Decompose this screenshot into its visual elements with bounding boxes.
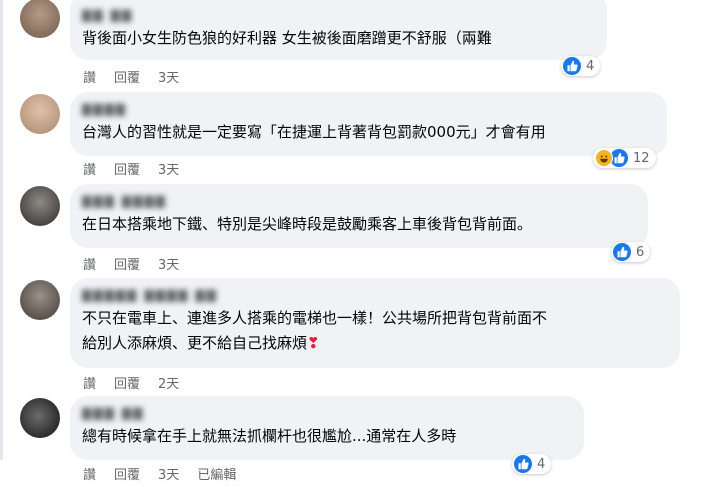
reaction-summary[interactable]: 6 <box>611 242 651 262</box>
reaction-summary[interactable]: 4 <box>561 56 601 76</box>
reaction-summary[interactable]: 12 <box>593 148 656 168</box>
comment-bubble: ▇▇▇ ▇▇ 總有時候拿在手上就無法抓欄杆也很尷尬...通常在人多時 <box>70 396 584 460</box>
like-icon <box>563 57 581 75</box>
comment-text: 不只在電車上、連進多人搭乘的電梯也一樣！公共場所把背包背前面不 給別人添麻煩、更… <box>82 306 668 356</box>
reaction-count: 12 <box>633 150 650 166</box>
reply-button[interactable]: 回覆 <box>114 464 140 483</box>
comment-author[interactable]: ▇▇▇ ▇▇▇▇ <box>82 194 636 208</box>
comment-timestamp[interactable]: 3天 <box>158 464 179 483</box>
comment-bubble: ▇▇ ▇▇ 背後面小女生防色狼的好利器 女生被後面磨蹭更不舒服（兩難 <box>70 0 607 60</box>
like-button[interactable]: 讚 <box>83 159 96 178</box>
comment-author[interactable]: ▇▇ ▇▇ <box>82 8 595 22</box>
reply-button[interactable]: 回覆 <box>114 373 140 392</box>
comment-text: 在日本搭乘地下鐵、特別是尖峰時段是鼓勵乘客上車後背包背前面。 <box>82 215 533 233</box>
like-button[interactable]: 讚 <box>83 67 96 86</box>
avatar[interactable] <box>20 186 60 226</box>
comment-actions: 讚 回覆 2天 <box>83 373 197 392</box>
like-button[interactable]: 讚 <box>83 464 96 483</box>
comment-bubble: ▇▇▇ ▇▇▇▇ 在日本搭乘地下鐵、特別是尖峰時段是鼓勵乘客上車後背包背前面。 <box>70 184 648 248</box>
like-icon <box>613 243 631 261</box>
avatar[interactable] <box>20 0 60 38</box>
avatar[interactable] <box>20 398 60 438</box>
avatar[interactable] <box>20 94 60 134</box>
comment-text: 台灣人的習性就是一定要寫「在捷運上背著背包罰款000元」才會有用 <box>82 123 546 141</box>
comment-text-line: 給別人添麻煩、更不給自己找麻煩 <box>82 334 308 352</box>
reply-button[interactable]: 回覆 <box>114 159 140 178</box>
reaction-count: 4 <box>586 58 595 74</box>
comment-author[interactable]: ▇▇▇ ▇▇ <box>82 406 572 420</box>
comment-timestamp[interactable]: 3天 <box>158 159 179 178</box>
comment-text: 總有時候拿在手上就無法抓欄杆也很尷尬...通常在人多時 <box>82 427 457 445</box>
comment-bubble: ▇▇▇▇▇ ▇▇▇▇ ▇▇ 不只在電車上、連進多人搭乘的電梯也一樣！公共場所把背… <box>70 278 680 368</box>
like-button[interactable]: 讚 <box>83 373 96 392</box>
like-button[interactable]: 讚 <box>83 254 96 273</box>
reply-button[interactable]: 回覆 <box>114 67 140 86</box>
thread-line <box>0 0 3 460</box>
comment-text-line: 不只在電車上、連進多人搭乘的電梯也一樣！公共場所把背包背前面不 <box>82 309 548 327</box>
reaction-summary[interactable]: 4 <box>512 454 552 474</box>
reply-button[interactable]: 回覆 <box>114 254 140 273</box>
comment-author[interactable]: ▇▇▇▇ <box>82 102 655 116</box>
comment-timestamp[interactable]: 3天 <box>158 254 179 273</box>
comment-author[interactable]: ▇▇▇▇▇ ▇▇▇▇ ▇▇ <box>82 288 668 302</box>
reaction-count: 6 <box>636 244 645 260</box>
edited-label[interactable]: 已編輯 <box>197 464 236 483</box>
reaction-count: 4 <box>537 456 546 472</box>
comment-text: 背後面小女生防色狼的好利器 女生被後面磨蹭更不舒服（兩難 <box>82 29 492 47</box>
haha-icon <box>595 149 613 167</box>
like-icon <box>514 455 532 473</box>
comment-actions: 讚 回覆 3天 <box>83 254 197 273</box>
comment-timestamp[interactable]: 2天 <box>158 373 179 392</box>
comment-timestamp[interactable]: 3天 <box>158 67 179 86</box>
comment-bubble: ▇▇▇▇ 台灣人的習性就是一定要寫「在捷運上背著背包罰款000元」才會有用 <box>70 92 667 156</box>
heart-emoji-icon: ❣ <box>307 334 320 352</box>
comment-actions: 讚 回覆 3天 <box>83 67 197 86</box>
comment-actions: 讚 回覆 3天 已編輯 <box>83 464 254 483</box>
avatar[interactable] <box>20 280 60 320</box>
comment-actions: 讚 回覆 3天 <box>83 159 197 178</box>
